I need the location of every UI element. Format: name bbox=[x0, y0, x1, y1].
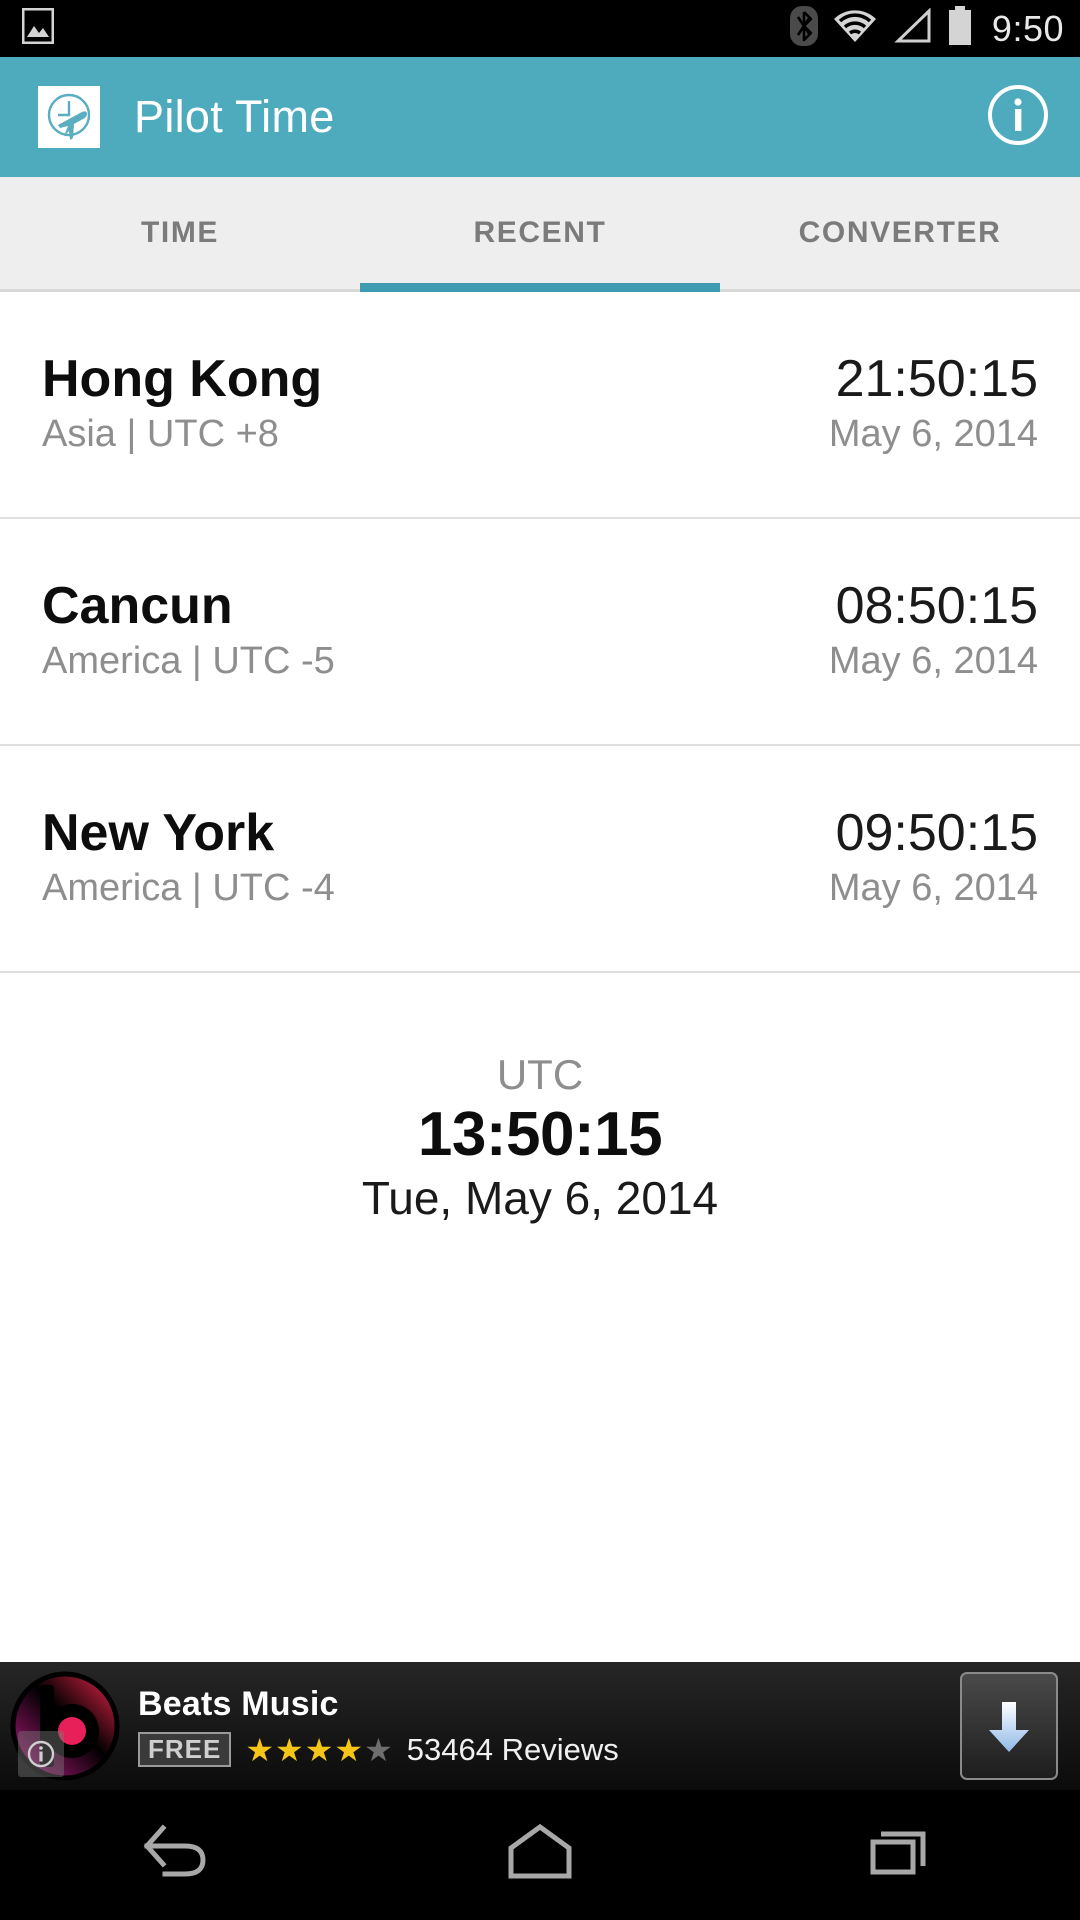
clock-airplane-icon[interactable] bbox=[38, 86, 100, 148]
action-bar: Pilot Time bbox=[0, 57, 1080, 177]
star-icon: ★ bbox=[304, 1731, 334, 1768]
recents-icon bbox=[865, 1822, 935, 1889]
row-location: Cancun America | UTC -5 bbox=[42, 578, 335, 686]
star-icon: ★ bbox=[275, 1731, 304, 1768]
recent-timezones-list: Hong Kong Asia | UTC +8 21:50:15 May 6, … bbox=[0, 292, 1080, 973]
ad-details: Beats Music FREE ★ ★ ★ ★ ★ 53464 Reviews bbox=[138, 1685, 619, 1768]
table-row[interactable]: Hong Kong Asia | UTC +8 21:50:15 May 6, … bbox=[0, 292, 1080, 519]
tab-converter[interactable]: CONVERTER bbox=[720, 177, 1080, 289]
image-icon bbox=[21, 7, 55, 49]
status-bar-clock: 9:50 bbox=[991, 7, 1064, 49]
ad-review-count: 53464 Reviews bbox=[406, 1731, 619, 1767]
star-icon: ★ bbox=[334, 1731, 364, 1768]
local-time: 21:50:15 bbox=[835, 349, 1038, 408]
recents-button[interactable] bbox=[720, 1822, 1080, 1889]
ad-subline: FREE ★ ★ ★ ★ ★ 53464 Reviews bbox=[138, 1732, 619, 1768]
beats-logo-icon bbox=[10, 1671, 120, 1781]
page-title: Pilot Time bbox=[134, 91, 335, 142]
back-button[interactable] bbox=[0, 1822, 360, 1889]
utc-summary: UTC 13:50:15 Tue, May 6, 2014 bbox=[0, 973, 1080, 1226]
wifi-icon bbox=[832, 8, 878, 49]
status-bar-system-icons: 9:50 bbox=[789, 6, 1064, 51]
row-location: Hong Kong Asia | UTC +8 bbox=[42, 351, 322, 459]
zone-offset: Asia | UTC +8 bbox=[42, 412, 279, 455]
tab-label: RECENT bbox=[473, 216, 607, 249]
status-bar-notifications bbox=[21, 7, 55, 49]
home-icon bbox=[503, 1822, 577, 1889]
local-time: 08:50:15 bbox=[835, 576, 1038, 635]
home-button[interactable] bbox=[360, 1822, 720, 1889]
signal-icon bbox=[892, 7, 932, 49]
ad-price-badge: FREE bbox=[138, 1731, 232, 1768]
utc-date: Tue, May 6, 2014 bbox=[361, 1171, 719, 1224]
city-name: Hong Kong bbox=[42, 349, 323, 408]
tab-time[interactable]: TIME bbox=[0, 177, 360, 289]
local-date: May 6, 2014 bbox=[828, 866, 1038, 909]
tab-label: TIME bbox=[140, 216, 220, 249]
city-name: New York bbox=[42, 803, 275, 862]
table-row[interactable]: New York America | UTC -4 09:50:15 May 6… bbox=[0, 746, 1080, 973]
local-time: 09:50:15 bbox=[835, 803, 1038, 862]
local-date: May 6, 2014 bbox=[828, 412, 1038, 455]
rating-stars: ★ ★ ★ ★ ★ bbox=[245, 1734, 392, 1766]
utc-time: 13:50:15 bbox=[417, 1100, 663, 1170]
utc-label: UTC bbox=[496, 1051, 584, 1098]
back-arrow-icon bbox=[141, 1822, 219, 1889]
star-icon: ★ bbox=[245, 1731, 275, 1768]
system-navigation-bar bbox=[0, 1790, 1080, 1920]
zone-offset: America | UTC -4 bbox=[42, 866, 335, 909]
row-clock: 09:50:15 May 6, 2014 bbox=[829, 805, 1038, 913]
ad-banner[interactable]: Beats Music FREE ★ ★ ★ ★ ★ 53464 Reviews bbox=[0, 1662, 1080, 1790]
bluetooth-icon bbox=[789, 6, 818, 51]
info-icon[interactable] bbox=[986, 83, 1050, 152]
star-icon: ★ bbox=[364, 1731, 393, 1768]
row-clock: 21:50:15 May 6, 2014 bbox=[829, 351, 1038, 459]
row-location: New York America | UTC -4 bbox=[42, 805, 335, 913]
ad-title: Beats Music bbox=[138, 1684, 339, 1723]
zone-offset: America | UTC -5 bbox=[42, 639, 335, 682]
download-arrow-icon[interactable] bbox=[960, 1672, 1058, 1780]
tab-bar: TIME RECENT CONVERTER bbox=[0, 177, 1080, 292]
tab-recent[interactable]: RECENT bbox=[360, 177, 720, 292]
tab-label: CONVERTER bbox=[798, 216, 1002, 249]
battery-icon bbox=[946, 6, 974, 51]
ad-info-icon[interactable] bbox=[18, 1731, 64, 1777]
city-name: Cancun bbox=[42, 576, 233, 635]
row-clock: 08:50:15 May 6, 2014 bbox=[829, 578, 1038, 686]
table-row[interactable]: Cancun America | UTC -5 08:50:15 May 6, … bbox=[0, 519, 1080, 746]
local-date: May 6, 2014 bbox=[828, 639, 1038, 682]
status-bar: 9:50 bbox=[0, 0, 1080, 57]
